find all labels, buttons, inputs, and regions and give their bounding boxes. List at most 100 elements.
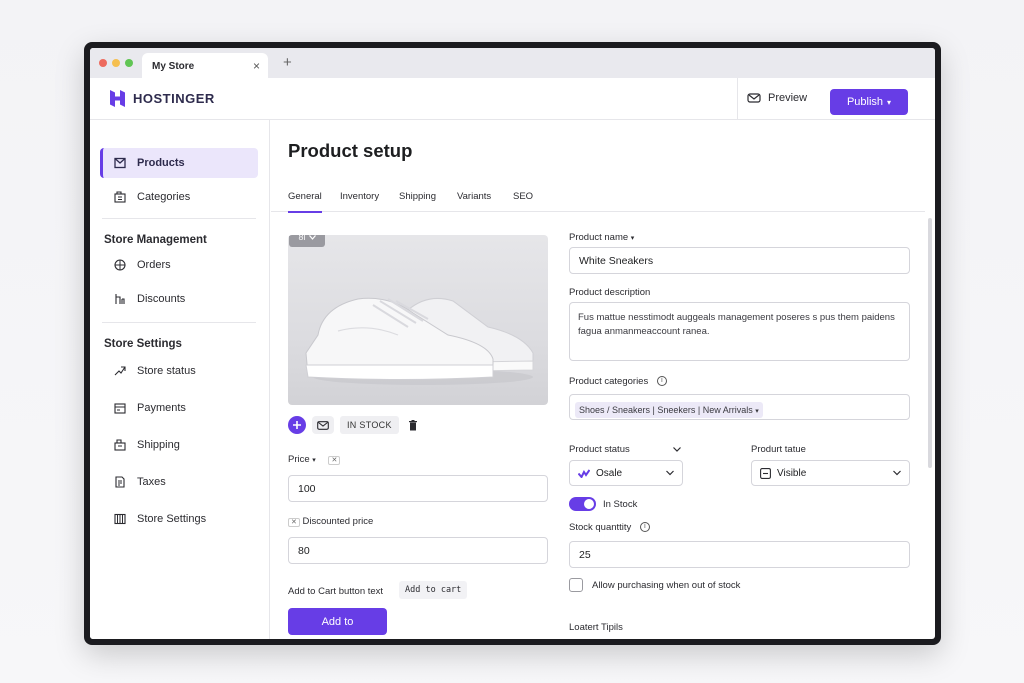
product-categories-label: Product categories i — [569, 376, 667, 387]
sidebar-divider — [102, 218, 256, 219]
product-description-input[interactable]: Fus mattue nesstimodt auggeals managemen… — [569, 302, 910, 361]
visibility-icon — [760, 467, 771, 479]
visibility-value: Visible — [777, 467, 807, 479]
plus-icon — [293, 421, 301, 429]
add-to-cart-label: Add to Cart button text — [288, 586, 384, 597]
trash-icon[interactable] — [408, 419, 417, 431]
section-title-store-settings: Store Settings — [104, 338, 182, 350]
sidebar-item-label: Store status — [137, 365, 196, 377]
product-name-label: Product name ▾ — [569, 232, 634, 243]
preview-button[interactable]: Preview — [747, 92, 807, 104]
product-categories-input[interactable]: Shoes / Sneakers | Sneekers | New Arriva… — [569, 394, 910, 420]
taxes-icon — [115, 476, 125, 488]
sidebar-item-label: Taxes — [137, 476, 166, 488]
chevron-down-icon: ▾ — [887, 97, 892, 107]
categories-icon — [114, 191, 126, 203]
page-title: Product setup — [288, 140, 413, 161]
browser-tab[interactable]: My Store × — [142, 53, 268, 78]
allow-purchasing-checkbox[interactable] — [569, 578, 583, 592]
chevron-down-icon — [666, 470, 674, 476]
price-input[interactable]: 100 — [288, 475, 548, 502]
window-controls — [99, 59, 133, 67]
tab-inventory[interactable]: Inventory — [340, 191, 379, 202]
product-status-select[interactable]: Osale — [569, 460, 683, 486]
box-icon — [114, 157, 126, 169]
stock-quantity-label-text: Stock quanttity — [569, 522, 632, 533]
discounted-price-input[interactable]: 80 — [288, 537, 548, 564]
store-status-icon — [114, 366, 126, 376]
chevron-down-icon: ▾ — [630, 235, 635, 242]
sidebar-item-store-settings[interactable]: Store Settings — [100, 504, 258, 534]
sidebar-item-orders[interactable]: Orders — [100, 250, 258, 280]
product-status-value: Osale — [596, 467, 623, 479]
hostinger-logo-icon — [110, 90, 125, 107]
discounts-icon — [115, 294, 125, 304]
category-tags[interactable]: Shoes / Sneakers | Sneekers | New Arriva… — [575, 402, 763, 418]
sidebar-item-categories[interactable]: Categories — [100, 182, 258, 212]
discounted-price-label-text: Discounted price — [302, 516, 374, 527]
close-window-dot[interactable] — [99, 59, 107, 67]
sidebar-item-taxes[interactable]: Taxes — [100, 467, 258, 497]
logo-text: HOSTINGER — [133, 91, 215, 106]
sidebar: Products Categories Store Management Ord… — [90, 120, 270, 639]
price-label-text: Price — [288, 454, 310, 465]
in-stock-toggle[interactable] — [569, 497, 596, 511]
add-to-cart-text-input[interactable]: Add to cart — [399, 581, 468, 599]
image-badge-label: ȢI — [298, 235, 306, 242]
browser-tab-bar: My Store × + — [90, 48, 935, 78]
product-name-input[interactable]: White Sneakers — [569, 247, 910, 274]
sidebar-item-products[interactable]: Products — [100, 148, 258, 178]
allow-purchasing-label: Allow purchasing when out of stock — [592, 580, 741, 591]
price-label: Price ▾ ✕ — [288, 454, 341, 465]
store-settings-icon — [114, 513, 126, 525]
chevron-down-icon: ▾ — [755, 408, 759, 415]
device-frame: My Store × + HOSTINGER Preview Publish ▾… — [84, 42, 941, 645]
product-image[interactable]: ȢI — [288, 235, 548, 405]
loatert-tipils-label: Loatert Tipils — [569, 622, 623, 633]
add-image-button[interactable] — [288, 416, 306, 434]
stock-quantity-label: Stock quanttity i — [569, 522, 650, 533]
sidebar-item-discounts[interactable]: Discounts — [100, 284, 258, 314]
mail-icon — [317, 420, 329, 430]
sidebar-divider — [102, 322, 256, 323]
sidebar-item-payments[interactable]: Payments — [100, 393, 258, 423]
section-title-store-management: Store Management — [104, 234, 207, 246]
minimize-window-dot[interactable] — [112, 59, 120, 67]
publish-button[interactable]: Publish ▾ — [830, 89, 908, 115]
info-icon[interactable]: i — [639, 522, 650, 533]
tab-shipping[interactable]: Shipping — [399, 191, 436, 202]
sidebar-item-shipping[interactable]: Shipping — [100, 430, 258, 460]
product-tabs: General Inventory Shipping Variants SEO — [271, 182, 925, 213]
tab-general[interactable]: General — [288, 191, 322, 213]
image-options-button[interactable]: ȢI — [289, 235, 325, 247]
visibility-select[interactable]: Visible — [751, 460, 910, 486]
orders-icon — [114, 259, 126, 271]
category-tags-text: Shoes / Sneakers | Sneekers | New Arriva… — [579, 405, 753, 415]
tab-close-icon[interactable]: × — [253, 59, 260, 73]
mail-button[interactable] — [312, 416, 334, 434]
new-tab-icon[interactable]: + — [283, 54, 292, 71]
clear-icon[interactable]: ✕ — [328, 456, 341, 465]
sidebar-item-store-status[interactable]: Store status — [100, 356, 258, 386]
chevron-down-icon: ▾ — [312, 457, 316, 464]
stock-quantity-input[interactable]: 25 — [569, 541, 910, 568]
discount-icon: ✕ — [288, 518, 300, 527]
publish-label: Publish — [846, 96, 884, 108]
header-divider — [737, 78, 738, 120]
scrollbar[interactable] — [928, 218, 932, 468]
image-actions: IN STOCK — [288, 416, 417, 434]
tab-seo[interactable]: SEO — [513, 191, 533, 202]
main-content: Product setup General Inventory Shipping… — [271, 120, 935, 639]
add-to-button[interactable]: Add to — [288, 608, 387, 635]
app-header: HOSTINGER Preview Publish ▾ — [90, 78, 935, 120]
tab-variants[interactable]: Variants — [457, 191, 491, 202]
produrt-tatue-label: Produrt tatue — [751, 444, 806, 455]
sidebar-item-label: Store Settings — [137, 513, 207, 525]
sidebar-item-label: Payments — [137, 402, 186, 414]
sidebar-item-label: Orders — [137, 259, 171, 271]
info-icon[interactable]: i — [656, 376, 667, 387]
payments-icon — [114, 403, 126, 414]
sale-icon — [578, 468, 590, 478]
maximize-window-dot[interactable] — [125, 59, 133, 67]
logo[interactable]: HOSTINGER — [110, 90, 215, 107]
